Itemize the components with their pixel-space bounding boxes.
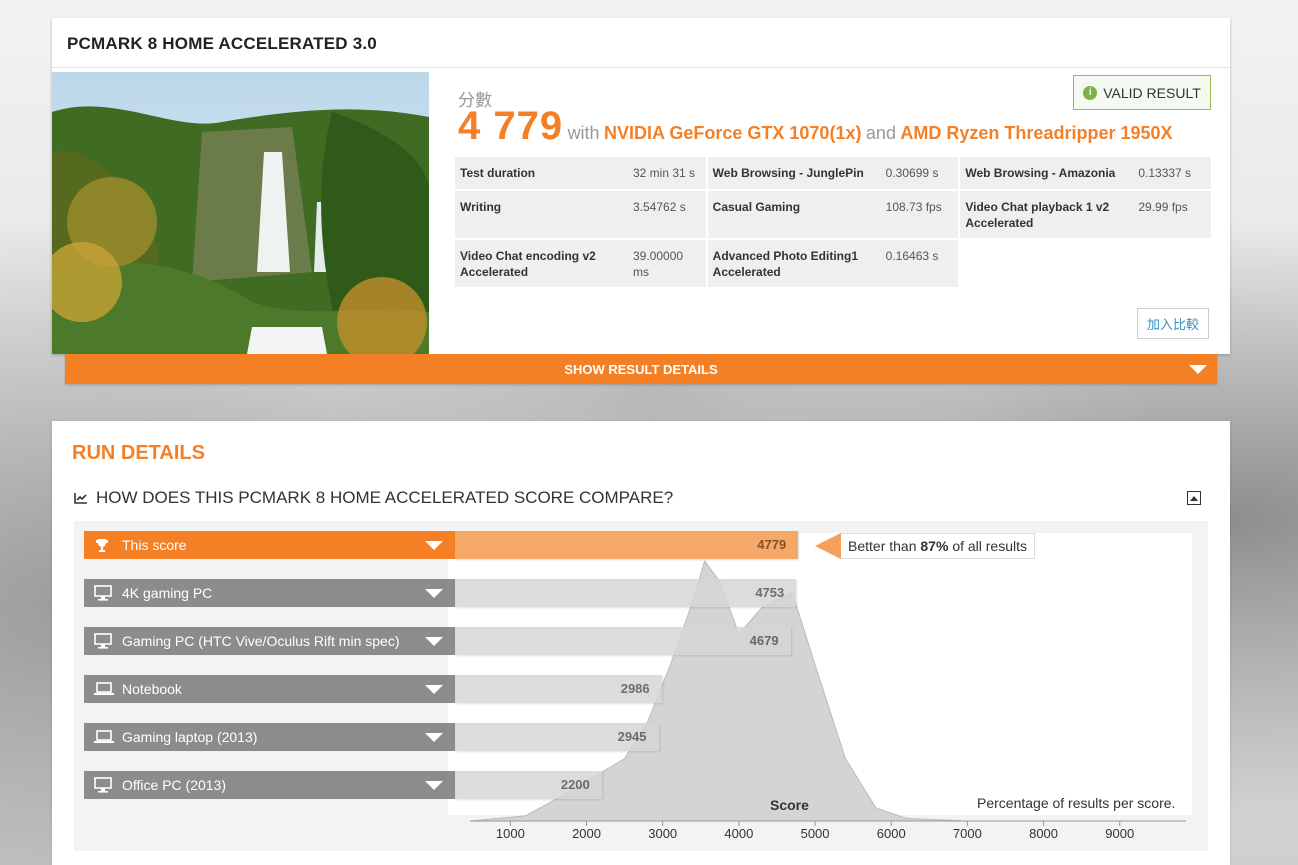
score-bar-value: 4679 [749,633,779,648]
chevron-down-icon [425,685,443,694]
reference-system-dropdown[interactable]: Gaming PC (HTC Vive/Oculus Rift min spec… [84,627,455,655]
metric-cell: Test duration 32 min 31 s [455,157,706,191]
x-tick-label: 8000 [1029,826,1059,841]
desktop-icon [94,777,112,793]
reference-system-dropdown[interactable]: Notebook [84,675,455,703]
desktop-icon [94,585,112,601]
x-axis-label: Score [770,797,809,813]
score-bar-value: 2945 [617,729,647,744]
metric-cell: Video Chat encoding v2 Accelerated 39.000… [455,240,706,289]
score-bar: 4779 [455,531,799,559]
result-card: PCMARK 8 HOME ACCELERATED 3.0 分數 4 779 w… [52,18,1230,354]
chevron-down-icon [425,589,443,598]
y-axis-note: Percentage of results per score. [977,795,1176,811]
metric-cell: Advanced Photo Editing1 Accelerated 0.164… [707,240,959,289]
laptop-icon [94,681,114,697]
score-bar: 2200 [455,771,602,799]
cpu-name[interactable]: AMD Ryzen Threadripper 1950X [900,123,1172,143]
valid-result-label: VALID RESULT [1103,84,1201,101]
with-text: with [567,123,600,143]
laptop-icon [94,729,114,745]
reference-system-dropdown[interactable]: Office PC (2013) [84,771,455,799]
x-tick-label: 7000 [952,826,982,841]
bar-label: Notebook [122,681,182,697]
reference-system-dropdown[interactable]: Gaming laptop (2013) [84,723,455,751]
metric-cell: Web Browsing - Amazonia 0.13337 s [960,157,1212,191]
chevron-down-icon [425,637,443,646]
score-bar: 2945 [455,723,659,751]
metrics-table: Test duration 32 min 31 s Web Browsing - … [455,157,1213,289]
metric-cell: Video Chat playback 1 v2 Accelerated 29.9… [960,191,1212,240]
show-result-details-label: SHOW RESULT DETAILS [564,361,718,377]
bar-label: 4K gaming PC [122,585,213,601]
gpu-name[interactable]: NVIDIA GeForce GTX 1070(1x) [604,123,861,143]
and-text: and [865,123,896,143]
collapse-icon[interactable] [1187,491,1201,505]
x-tick-label: 2000 [572,826,601,841]
bar-label: Gaming PC (HTC Vive/Oculus Rift min spec… [122,633,400,649]
info-icon: i [1083,85,1098,100]
score-bar: 2986 [455,675,662,703]
score-bar-value: 4779 [757,537,787,552]
x-tick-label: 9000 [1105,826,1135,841]
compare-section-header: HOW DOES THIS PCMARK 8 HOME ACCELERATED … [74,478,1230,518]
chevron-down-icon [425,733,443,742]
score-value: 4 779 [458,104,564,148]
metric-cell: Casual Gaming 108.73 fps [707,191,959,240]
show-result-details-button[interactable]: SHOW RESULT DETAILS [65,354,1217,384]
desktop-icon [94,633,112,649]
metric-cell: Writing 3.54762 s [455,191,706,240]
score-bar-value: 2986 [620,681,650,696]
x-tick-label: 4000 [724,826,754,841]
score-compare-chart: This score 4779 4K gaming PC 4753 Gaming PC … [74,521,1208,851]
x-tick-label: 6000 [876,826,906,841]
chevron-down-icon [1189,365,1207,374]
chevron-down-icon [425,781,443,790]
run-details-card: RUN DETAILS HOW DOES THIS PCMARK 8 HOME … [52,421,1230,865]
benchmark-hero-image [52,72,429,354]
trophy-icon [94,537,112,553]
score-line: 4 779 with NVIDIA GeForce GTX 1070(1x) a… [458,104,1173,149]
x-tick-label: 1000 [495,826,525,841]
line-chart-icon [74,493,87,504]
score-bar-value: 4753 [755,585,785,600]
score-bar: 4679 [455,627,791,655]
result-title: PCMARK 8 HOME ACCELERATED 3.0 [67,34,377,53]
compare-heading: HOW DOES THIS PCMARK 8 HOME ACCELERATED … [96,488,674,507]
better-than-callout: Better than 87% of all results [814,533,1036,559]
x-tick-label: 3000 [648,826,678,841]
reference-system-dropdown[interactable]: 4K gaming PC [84,579,455,607]
metric-cell-empty [960,240,1212,289]
this-score-dropdown[interactable]: This score [84,531,455,559]
bar-label: Office PC (2013) [122,777,227,793]
run-details-title: RUN DETAILS [72,442,205,464]
score-bar: 4753 [455,579,797,607]
score-bar-value: 2200 [560,777,590,792]
add-to-compare-button[interactable]: 加入比較 [1137,308,1209,339]
chevron-down-icon [425,541,443,550]
bar-label: This score [122,537,187,553]
bar-label: Gaming laptop (2013) [122,729,258,745]
title-divider [52,67,1230,68]
metric-cell: Web Browsing - JunglePin 0.30699 s [707,157,959,191]
x-tick-label: 5000 [800,826,830,841]
valid-result-badge: i VALID RESULT [1073,75,1211,110]
